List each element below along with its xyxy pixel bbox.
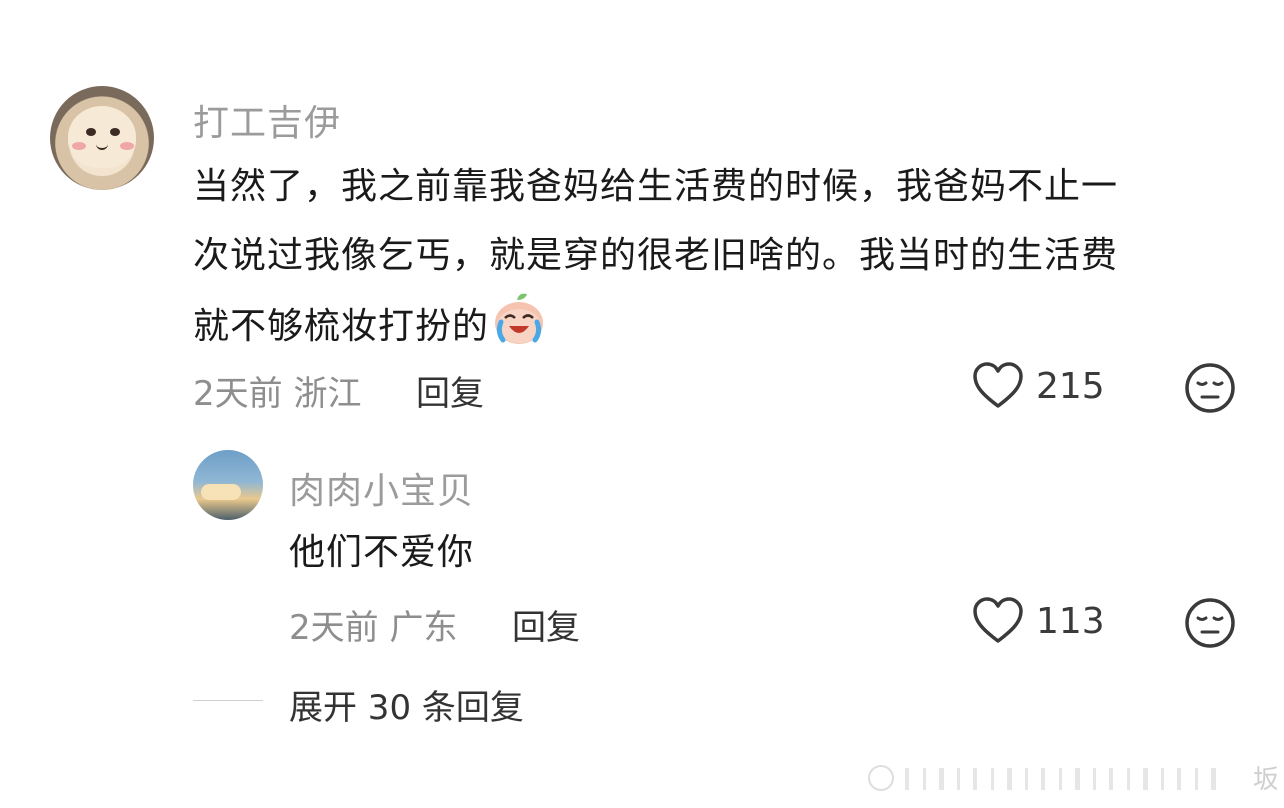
like-button[interactable]: 215 — [972, 362, 1105, 410]
avatar-blush — [72, 142, 86, 150]
dislike-face-icon[interactable] — [1184, 362, 1236, 414]
comment-line: 次说过我像乞丐，就是穿的很老旧啥的。我当时的生活费 — [193, 235, 1119, 276]
comment-author[interactable]: 打工吉伊 — [193, 94, 341, 146]
comment-meta: 2天前 浙江 — [193, 366, 361, 415]
reply-location: 广东 — [389, 608, 458, 648]
reply-button[interactable]: 回复 — [512, 600, 580, 649]
avatar-eye — [110, 128, 120, 136]
comment-time: 2天前 — [193, 374, 283, 414]
avatar[interactable] — [50, 86, 154, 190]
avatar[interactable] — [193, 450, 263, 520]
avatar-eye — [86, 128, 96, 136]
heart-icon — [973, 597, 1023, 643]
comment-line-with-emoji: 就不够梳妆打扮的 — [193, 290, 1253, 361]
like-count: 215 — [1036, 365, 1105, 407]
heart-icon — [973, 362, 1023, 408]
avatar-blush — [120, 142, 134, 150]
reply-button[interactable]: 回复 — [416, 366, 484, 415]
avatar-face — [68, 106, 136, 168]
reply-time: 2天前 — [289, 608, 379, 648]
watermark-char: 坂 — [1253, 765, 1277, 795]
comment-line: 当然了，我之前靠我爸妈给生活费的时候，我爸妈不止一 — [193, 166, 1119, 207]
like-count: 113 — [1036, 600, 1105, 642]
like-button[interactable]: 113 — [972, 597, 1105, 645]
comment-location: 浙江 — [293, 374, 362, 414]
divider — [193, 700, 263, 701]
dislike-face-icon[interactable] — [1184, 597, 1236, 649]
expand-replies-button[interactable]: 展开 30 条回复 — [289, 680, 524, 729]
reply-author[interactable]: 肉肉小宝贝 — [289, 462, 474, 514]
comment-line: 就不够梳妆打扮的 — [193, 306, 490, 347]
laughing-crying-emoji-icon — [495, 293, 544, 344]
reply-text: 他们不爱你 — [289, 532, 475, 573]
reply-meta: 2天前 广东 — [289, 600, 457, 649]
comment-text: 当然了，我之前靠我爸妈给生活费的时候，我爸妈不止一 次说过我像乞丐，就是穿的很老… — [193, 152, 1253, 361]
avatar-cloud — [201, 484, 241, 500]
watermark: 坂 — [868, 765, 1277, 795]
